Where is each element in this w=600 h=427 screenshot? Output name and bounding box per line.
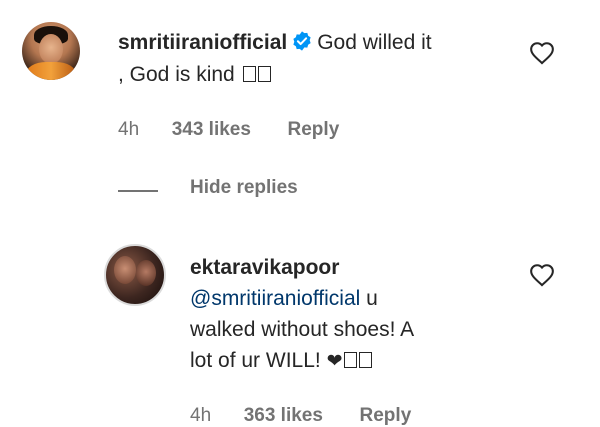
unrendered-emoji-icon	[257, 66, 271, 82]
unrendered-emoji-icon	[242, 66, 256, 82]
emoji-trail	[241, 63, 271, 86]
comment-username[interactable]: smritiiraniofficial	[118, 31, 287, 54]
reply-text: u	[360, 287, 378, 310]
avatar[interactable]	[22, 22, 80, 80]
comment-line-1: smritiiraniofficial God willed it	[118, 28, 432, 58]
reply-time: 4h	[190, 405, 212, 426]
avatar[interactable]	[104, 244, 166, 306]
unrendered-emoji-icon	[344, 352, 358, 368]
hide-replies-divider	[118, 190, 158, 192]
comment-meta: 4h 343 likes Reply	[118, 119, 339, 141]
avatar-clothing	[26, 62, 76, 80]
reply-mention-link[interactable]: @smritiiraniofficial	[190, 287, 360, 310]
reply-button[interactable]: Reply	[288, 119, 340, 140]
heart-outline-icon[interactable]	[529, 263, 555, 287]
reply-text-continued: walked without shoes! A	[190, 318, 415, 341]
comment-likes[interactable]: 343 likes	[172, 119, 251, 140]
black-heart-icon: ❤	[326, 351, 343, 372]
comment-line-2: , God is kind	[118, 60, 271, 90]
reply-meta: 4h 363 likes Reply	[190, 405, 411, 427]
emoji-trail: ❤	[327, 349, 373, 372]
heart-outline-icon[interactable]	[529, 41, 555, 65]
reply-line-4: lot of ur WILL! ❤	[190, 346, 373, 377]
reply-text-continued: lot of ur WILL!	[190, 349, 321, 372]
reply-likes[interactable]: 363 likes	[244, 405, 323, 426]
avatar-person	[136, 260, 156, 286]
hide-replies-button[interactable]: Hide replies	[190, 177, 298, 199]
verified-badge-icon	[293, 31, 311, 51]
avatar-face	[39, 34, 63, 64]
reply-line-3: walked without shoes! A	[190, 315, 414, 345]
reply-line-2: @smritiiraniofficial u	[190, 284, 378, 314]
comment-time: 4h	[118, 119, 140, 140]
avatar-person	[114, 256, 136, 284]
comment-text: God willed it	[317, 31, 432, 54]
reply-button[interactable]: Reply	[360, 405, 412, 426]
comment-text-continued: , God is kind	[118, 63, 235, 86]
reply-username[interactable]: ektaravikapoor	[190, 256, 339, 279]
unrendered-emoji-icon	[359, 352, 373, 368]
reply-line-1: ektaravikapoor	[190, 253, 339, 283]
